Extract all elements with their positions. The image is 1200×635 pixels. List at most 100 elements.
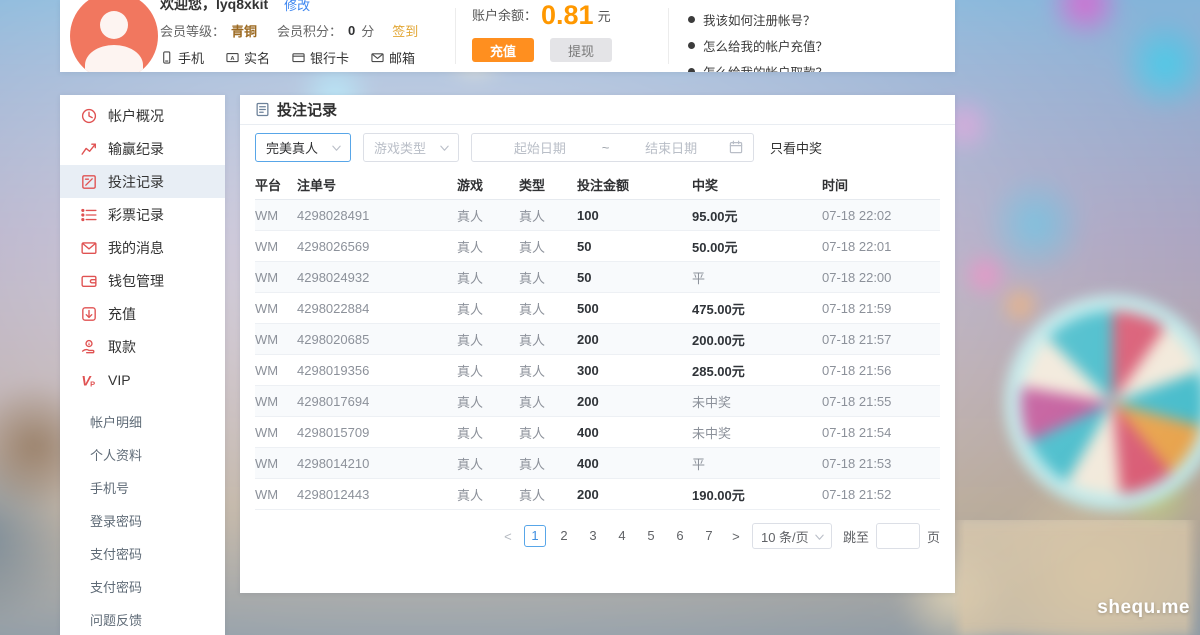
verification-row: 手机 A实名 银行卡 邮箱 — [160, 46, 418, 68]
platform-select[interactable]: 完美真人 — [255, 133, 351, 162]
jump-page-input[interactable] — [876, 523, 920, 549]
next-page-button[interactable]: > — [727, 529, 745, 544]
sidebar-subitem-pay-password-1[interactable]: 支付密码 — [60, 537, 225, 570]
verify-item-email[interactable]: 邮箱 — [371, 48, 415, 67]
game-cell: 真人 — [457, 206, 519, 225]
page-button-2[interactable]: 2 — [553, 525, 575, 547]
sidebar-item-label: 取款 — [108, 337, 136, 357]
sidebar-item-wallet-manage[interactable]: 钱包管理 — [60, 264, 225, 297]
chevron-down-icon — [331, 142, 342, 153]
edit-profile-link[interactable]: 修改 — [284, 0, 310, 14]
faq-link-1[interactable]: 我该如何注册帐号？ — [688, 6, 828, 32]
prev-page-button[interactable]: < — [499, 529, 517, 544]
win-cell: 285.00元 — [692, 361, 822, 380]
page-button-6[interactable]: 6 — [669, 525, 691, 547]
sidebar-sub-menu: 帐户明细个人资料手机号登录密码支付密码支付密码问题反馈 — [60, 405, 225, 635]
game-type-select[interactable]: 游戏类型 — [363, 133, 459, 162]
date-range-input[interactable]: 起始日期 ~ 结束日期 — [471, 133, 754, 162]
only-wins-filter[interactable]: 只看中奖 — [770, 138, 822, 157]
withdraw-button[interactable]: 提现 — [550, 38, 612, 62]
faq-link-2[interactable]: 怎么给我的帐户充值？ — [688, 32, 828, 58]
sidebar-subitem-account-detail[interactable]: 帐户明细 — [60, 405, 225, 438]
avatar-head-shape — [100, 11, 128, 39]
sidebar-item-label: 彩票记录 — [108, 205, 164, 225]
platform-cell: WM — [255, 425, 297, 440]
balance-value: 0.81 — [541, 2, 594, 28]
sidebar-item-bet-records[interactable]: 投注记录 — [60, 165, 225, 198]
column-header: 类型 — [519, 175, 577, 194]
type-cell: 真人 — [519, 330, 577, 349]
sidebar-item-winloss-records[interactable]: 输赢纪录 — [60, 132, 225, 165]
bullet-icon — [688, 68, 695, 73]
svg-text:¥: ¥ — [87, 341, 90, 346]
order-id-cell: 4298017694 — [297, 394, 457, 409]
type-cell: 真人 — [519, 299, 577, 318]
page-button-5[interactable]: 5 — [640, 525, 662, 547]
level-label: 会员等级： — [160, 21, 225, 40]
win-cell: 50.00元 — [692, 237, 822, 256]
page-size-value: 10 条/页 — [761, 527, 809, 546]
avatar[interactable] — [70, 0, 158, 72]
deposit-button[interactable]: 充值 — [472, 38, 534, 62]
sidebar-item-withdraw[interactable]: ¥ 取款 — [60, 330, 225, 363]
table-row: WM4298022884真人真人500475.00元07-18 21:59 — [255, 293, 940, 324]
time-cell: 07-18 22:00 — [822, 270, 940, 285]
platform-cell: WM — [255, 208, 297, 223]
pie-clock-icon — [80, 108, 97, 124]
svg-text:P: P — [90, 379, 95, 388]
level-value: 青铜 — [231, 21, 257, 40]
table-row: WM4298015709真人真人400未中奖07-18 21:54 — [255, 417, 940, 448]
page-button-3[interactable]: 3 — [582, 525, 604, 547]
game-cell: 真人 — [457, 485, 519, 504]
checkin-link[interactable]: 签到 — [392, 21, 418, 40]
time-cell: 07-18 22:01 — [822, 239, 940, 254]
sidebar-subitem-pay-password-2[interactable]: 支付密码 — [60, 570, 225, 603]
sidebar-subitem-personal-profile[interactable]: 个人资料 — [60, 438, 225, 471]
bet-amount-cell: 300 — [577, 363, 692, 378]
avatar-shoulders-shape — [85, 45, 143, 72]
win-cell: 200.00元 — [692, 330, 822, 349]
sidebar-item-vip[interactable]: VPVIP — [60, 363, 225, 396]
order-id-cell: 4298028491 — [297, 208, 457, 223]
verify-item-phone[interactable]: 手机 — [160, 48, 204, 67]
page-button-4[interactable]: 4 — [611, 525, 633, 547]
bullet-icon — [688, 42, 695, 49]
game-cell: 真人 — [457, 454, 519, 473]
page-button-7[interactable]: 7 — [698, 525, 720, 547]
sidebar-item-label: 投注记录 — [108, 172, 164, 192]
table-row: WM4298024932真人真人50平07-18 22:00 — [255, 262, 940, 293]
header-divider-2 — [668, 8, 669, 64]
points-value: 0 — [348, 23, 355, 38]
platform-cell: WM — [255, 487, 297, 502]
sidebar-subitem-phone-number[interactable]: 手机号 — [60, 471, 225, 504]
time-cell: 07-18 21:55 — [822, 394, 940, 409]
bullet-icon — [688, 16, 695, 23]
order-id-cell: 4298022884 — [297, 301, 457, 316]
time-cell: 07-18 21:56 — [822, 363, 940, 378]
sidebar-item-account-overview[interactable]: 帐户概况 — [60, 99, 225, 132]
verify-item-realname[interactable]: A实名 — [226, 48, 270, 67]
bet-amount-cell: 100 — [577, 208, 692, 223]
sidebar-item-my-messages[interactable]: 我的消息 — [60, 231, 225, 264]
page-size-select[interactable]: 10 条/页 — [752, 523, 832, 549]
verify-item-bankcard[interactable]: 银行卡 — [292, 48, 349, 67]
balance-block: 账户余额： 0.81 元 充值 提现 — [472, 2, 662, 62]
faq-link-3[interactable]: 怎么给我的帐户取款？ — [688, 58, 828, 72]
header-divider-1 — [455, 8, 456, 64]
game-cell: 真人 — [457, 361, 519, 380]
sidebar-item-lottery-records[interactable]: 彩票记录 — [60, 198, 225, 231]
verify-item-label: 手机 — [178, 48, 204, 67]
type-cell: 真人 — [519, 392, 577, 411]
user-info: 欢迎您，lyq8xkit 修改 会员等级：青铜 会员积分：0分 签到 手机A实名… — [160, 0, 418, 68]
page-button-1[interactable]: 1 — [524, 525, 546, 547]
game-cell: 真人 — [457, 299, 519, 318]
id-card-icon: A — [226, 51, 239, 64]
sidebar-subitem-login-password[interactable]: 登录密码 — [60, 504, 225, 537]
sidebar-item-deposit[interactable]: 充值 — [60, 297, 225, 330]
platform-cell: WM — [255, 456, 297, 471]
mail-icon — [371, 51, 384, 64]
sidebar-subitem-feedback[interactable]: 问题反馈 — [60, 603, 225, 635]
win-cell: 95.00元 — [692, 206, 822, 225]
watermark: shequ.me — [1097, 597, 1190, 619]
vip-icon: VP — [80, 372, 97, 388]
